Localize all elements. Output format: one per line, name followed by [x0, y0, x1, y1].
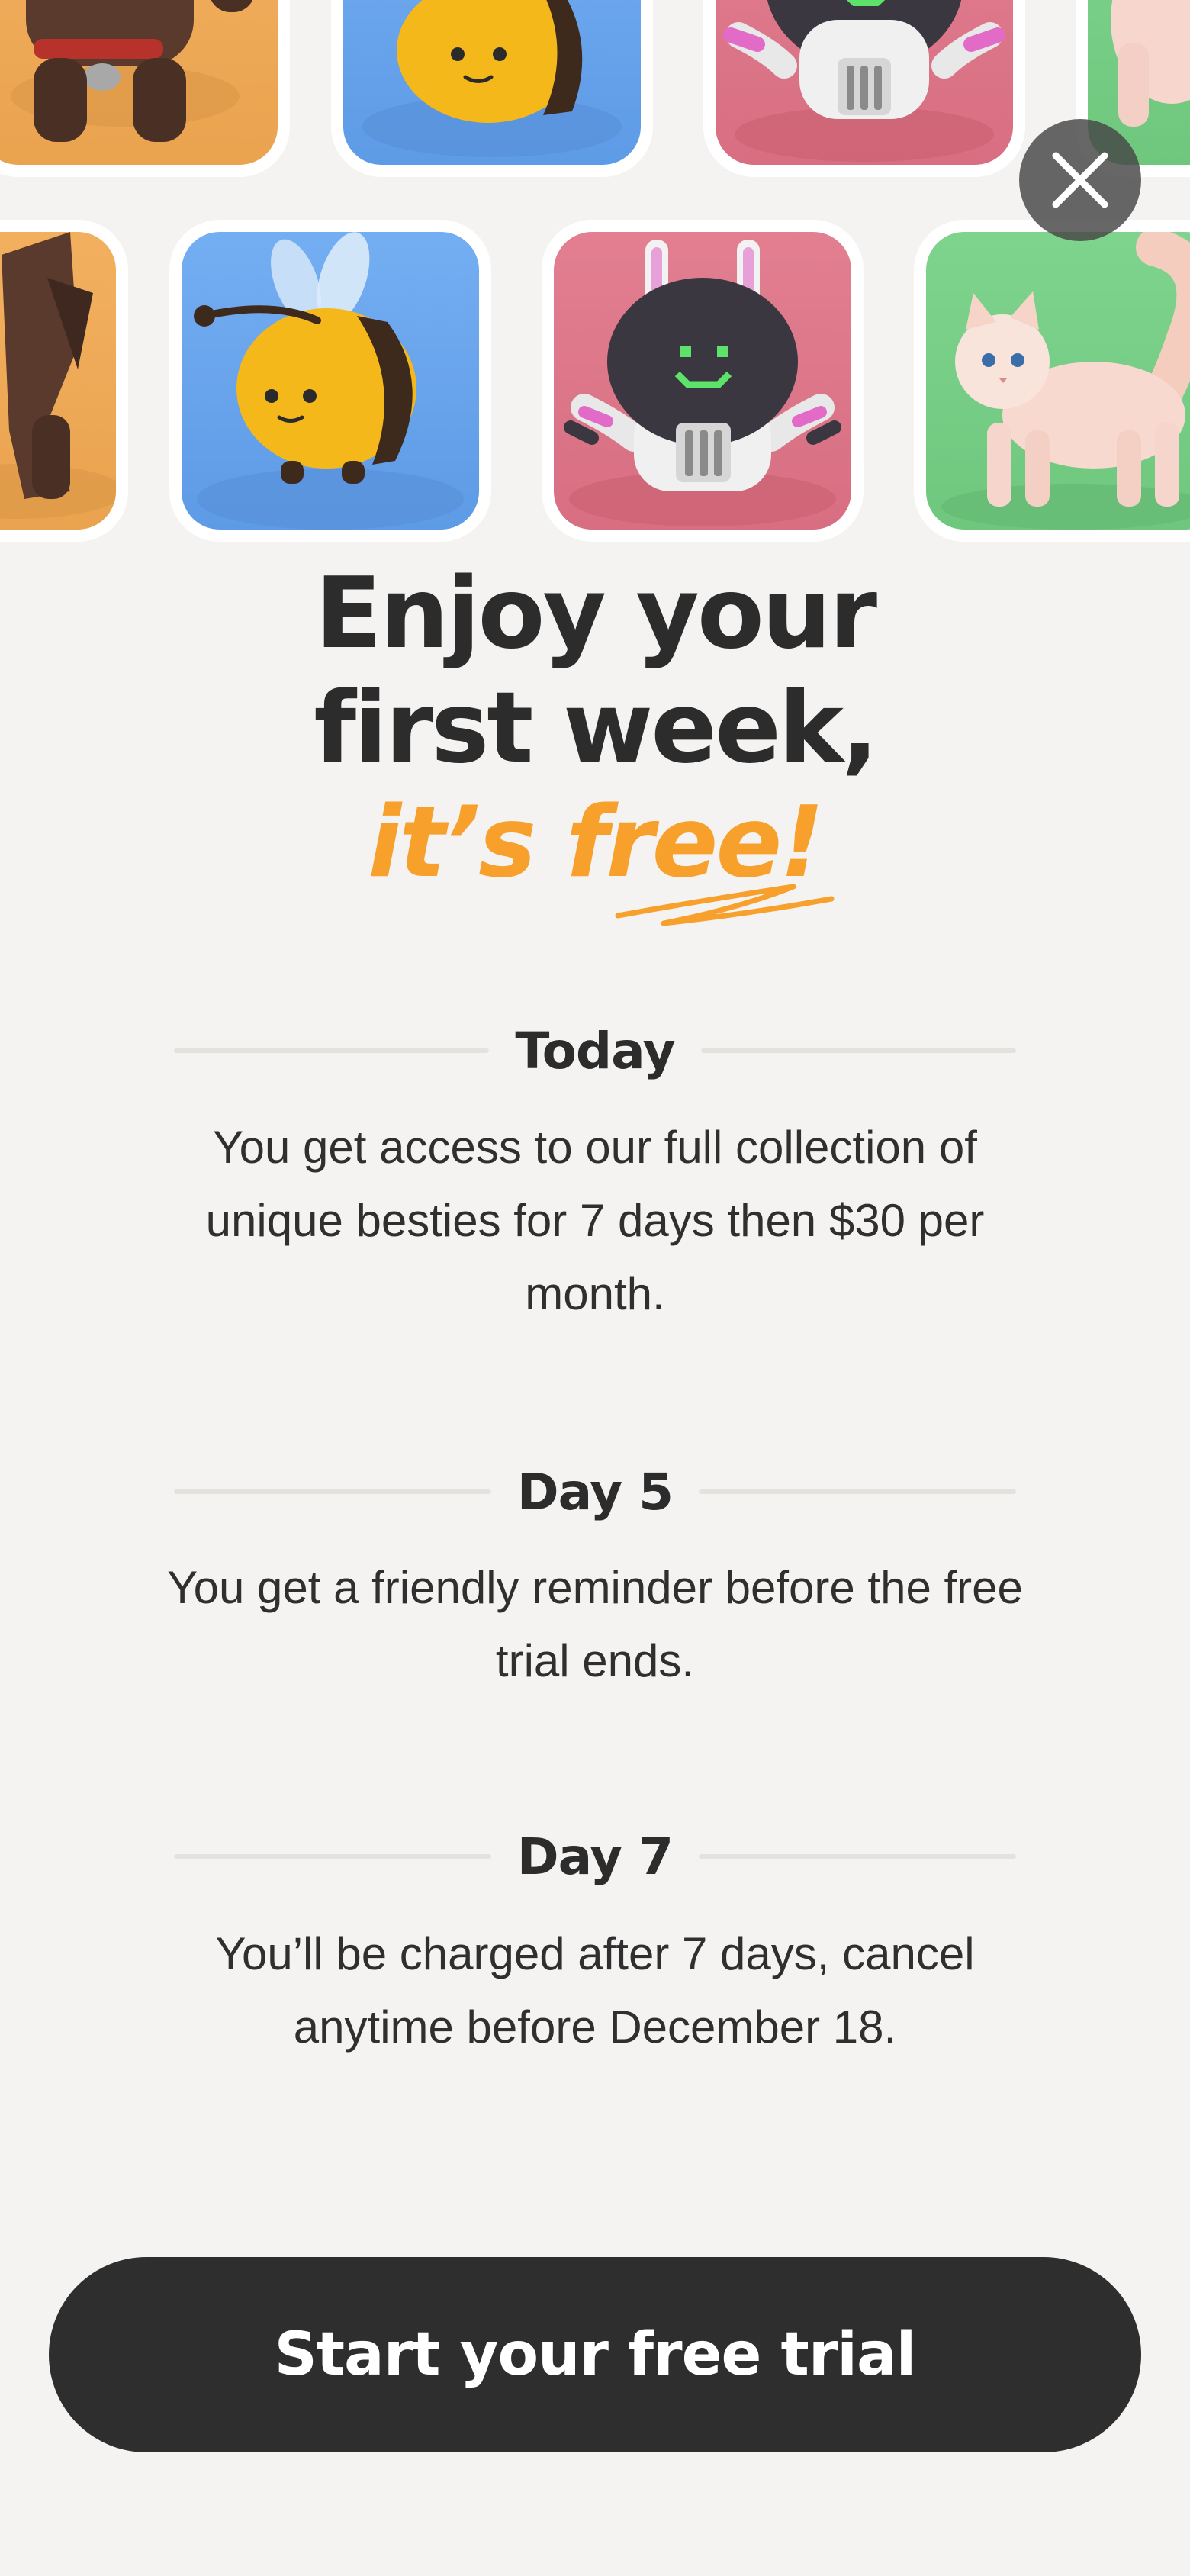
character-tile-bee[interactable]: [331, 0, 653, 177]
start-free-trial-button[interactable]: Start your free trial: [49, 2257, 1141, 2452]
step-today-description: You get access to our full collection of…: [205, 1122, 985, 1319]
bee-character-icon: [362, 0, 622, 157]
character-tile-cat[interactable]: [914, 220, 1190, 542]
divider: [174, 1489, 491, 1494]
step-day5-header: Day 5: [174, 1462, 1016, 1521]
start-free-trial-label: Start your free trial: [274, 2320, 917, 2389]
step-title: Today: [515, 1021, 675, 1080]
character-tile-bee[interactable]: [169, 220, 491, 542]
divider: [174, 1048, 490, 1053]
step-title: Day 7: [516, 1827, 674, 1886]
divider: [699, 1854, 1016, 1859]
bee-character-icon: [194, 232, 464, 530]
step-today-header: Today: [174, 1021, 1016, 1080]
character-tile-dog[interactable]: [0, 220, 128, 542]
dog-character-icon: [0, 232, 116, 519]
underline-squiggle-icon: [615, 884, 835, 926]
headline: Enjoy your first week, it’s free!: [0, 557, 1190, 900]
robot-character-icon: [723, 0, 1005, 162]
robot-character-icon: [564, 240, 841, 526]
headline-accent: it’s free!: [368, 786, 824, 900]
cat-character-icon: [941, 232, 1190, 530]
divider: [699, 1489, 1016, 1494]
step-day7-header: Day 7: [174, 1827, 1016, 1886]
dog-character-icon: [11, 0, 253, 142]
divider: [700, 1048, 1016, 1053]
character-tile-robot[interactable]: [703, 0, 1025, 177]
headline-line-1: Enjoy your: [315, 557, 877, 671]
headline-line-2: first week,: [314, 671, 878, 785]
close-icon: [1052, 152, 1108, 208]
character-tile-robot[interactable]: [542, 220, 864, 542]
paywall-screen: Enjoy your first week, it’s free! Today …: [0, 0, 1190, 2576]
step-day7-description: You’ll be charged after 7 days, cancel a…: [215, 1928, 975, 2053]
divider: [174, 1854, 491, 1859]
character-tile-dog[interactable]: [0, 0, 290, 177]
step-day5-description: You get a friendly reminder before the f…: [167, 1562, 1023, 1686]
close-button[interactable]: [1019, 119, 1141, 241]
step-title: Day 5: [516, 1462, 674, 1521]
